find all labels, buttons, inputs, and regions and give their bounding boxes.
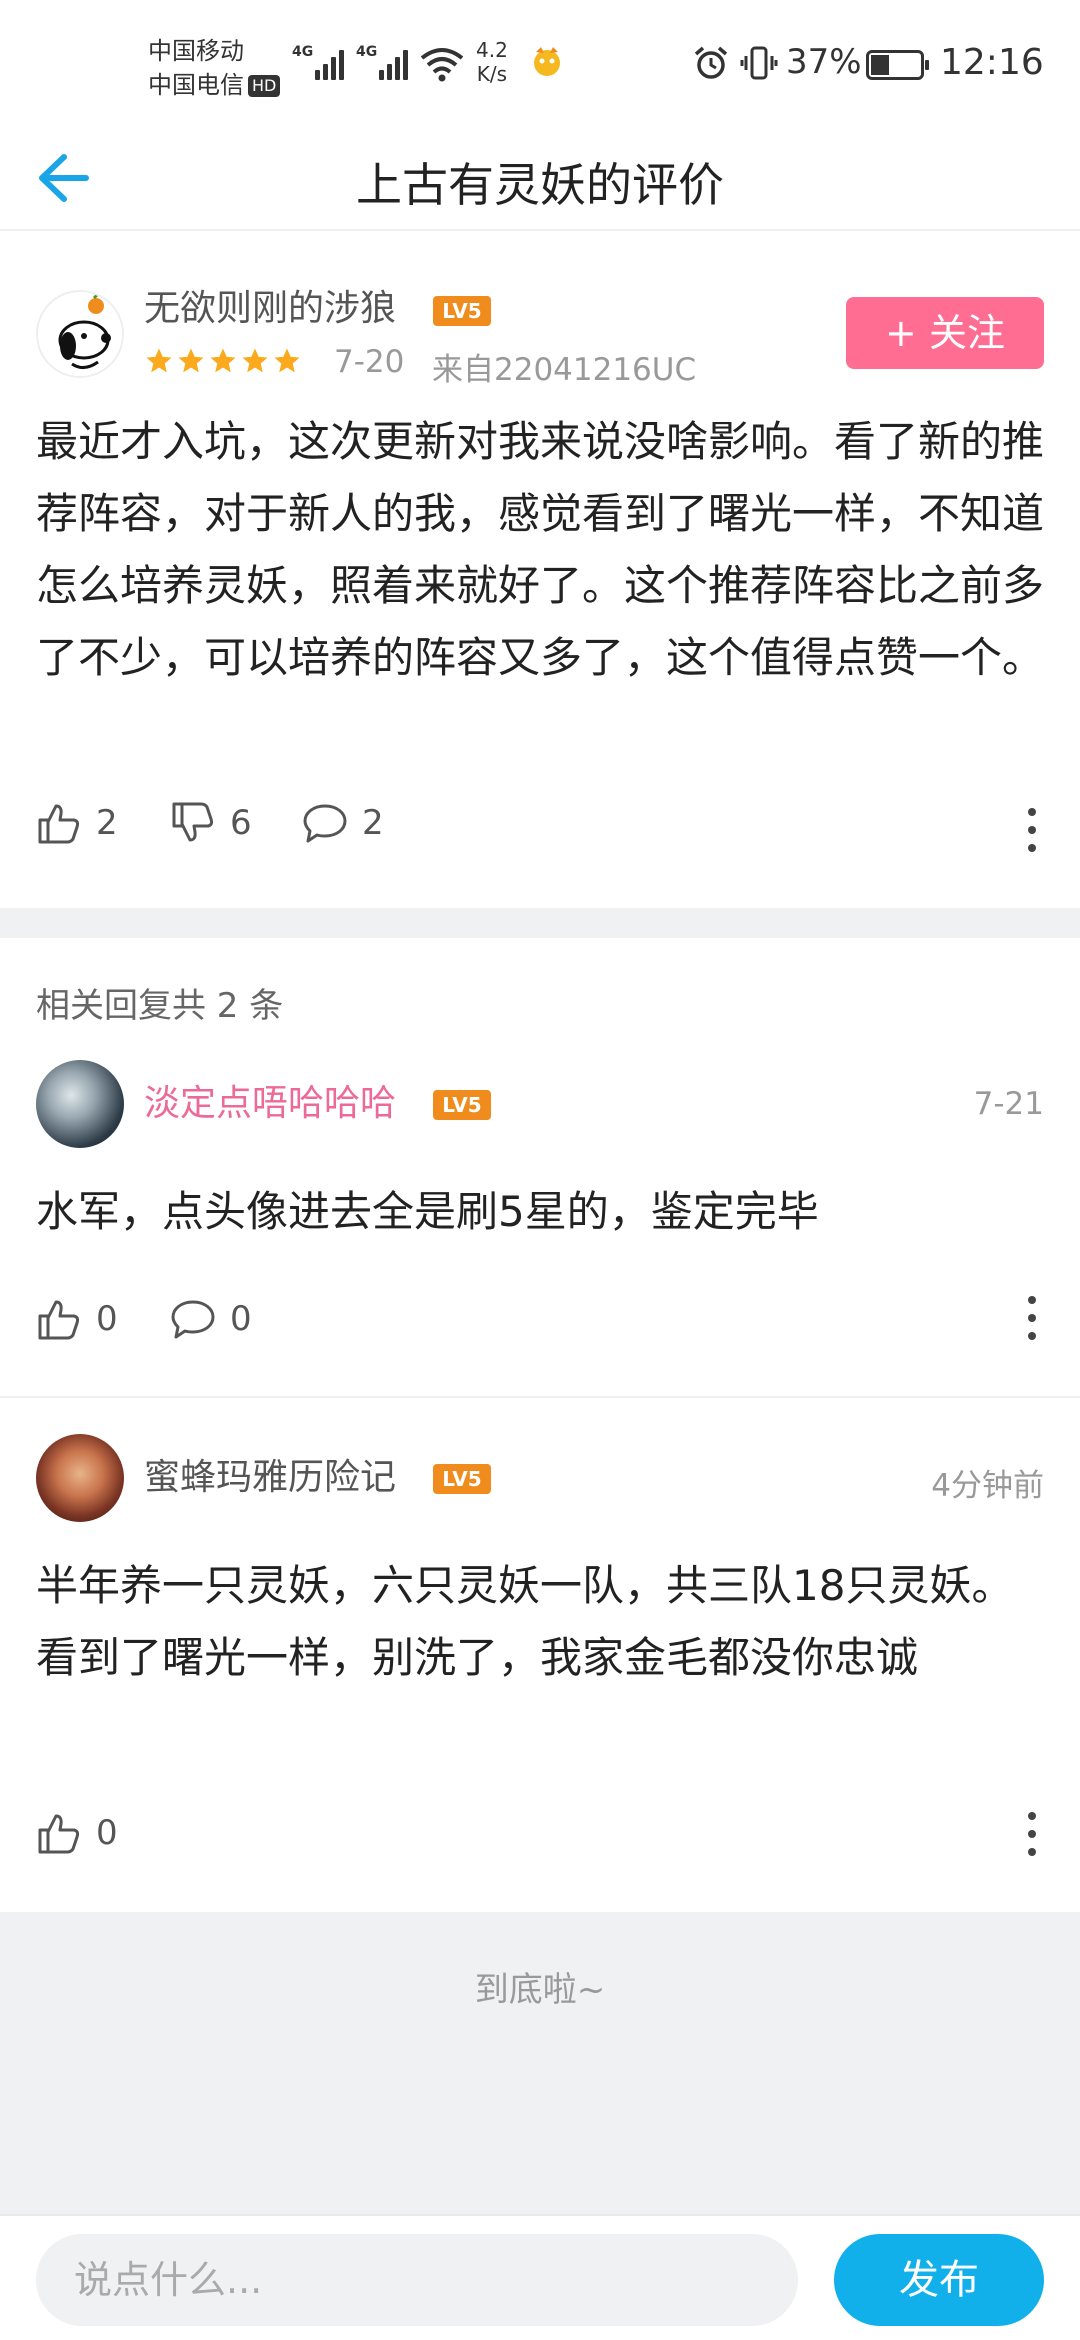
reply-like-button[interactable]: 0 xyxy=(36,1296,118,1342)
more-options-button[interactable] xyxy=(1012,800,1052,860)
end-of-list-text: 到底啦~ xyxy=(474,1970,606,2010)
like-count: 2 xyxy=(96,803,118,843)
reply-text: 水军，点头像进去全是刷5星的，鉴定完毕 xyxy=(36,1187,819,1236)
comment-button[interactable]: 2 xyxy=(302,800,384,846)
divider xyxy=(0,1396,1080,1398)
signal-1-icon: 4G xyxy=(292,44,347,80)
reply-comment-button[interactable]: 0 xyxy=(170,1296,252,1342)
reply-like-button[interactable]: 0 xyxy=(36,1810,118,1856)
reply-time: 4分钟前 xyxy=(931,1468,1044,1504)
carrier-info: 中国移动 中国电信 HD xyxy=(148,34,281,102)
status-bar: 中国移动 中国电信 HD 4G 4G 4.2 K/s 37% 12:16 xyxy=(0,0,1080,135)
more-options-button[interactable] xyxy=(1012,1288,1052,1348)
star-icon xyxy=(178,348,204,373)
reviewer-username[interactable]: 无欲则刚的涉狼 xyxy=(144,287,396,331)
comment-bubble-icon xyxy=(171,1300,215,1339)
reply-avatar[interactable] xyxy=(36,1060,124,1148)
star-icon xyxy=(274,348,300,373)
review-device: 来自22041216UC xyxy=(432,352,697,388)
comment-input-bar: 发布 xyxy=(0,2214,1080,2340)
thumbs-up-icon xyxy=(38,1814,80,1854)
wifi-icon xyxy=(420,46,464,86)
header: 上古有灵妖的评价 xyxy=(0,135,1080,231)
app-notification-icon xyxy=(530,44,564,82)
publish-button[interactable]: 发布 xyxy=(834,2234,1044,2326)
vibrate-icon xyxy=(740,44,778,86)
page-title: 上古有灵妖的评价 xyxy=(356,158,724,212)
thumbs-up-icon xyxy=(38,804,80,844)
reply-text: 半年养一只灵妖，六只灵妖一队，共三队18只灵妖。看到了曙光一样，别洗了，我家金毛… xyxy=(36,1561,1014,1682)
carrier-2: 中国电信 xyxy=(148,71,244,99)
comment-input[interactable] xyxy=(36,2234,798,2326)
thumbs-down-icon xyxy=(172,802,214,842)
reply-avatar[interactable] xyxy=(36,1434,124,1522)
reply-time: 7-21 xyxy=(973,1086,1044,1122)
carrier-1: 中国移动 xyxy=(148,37,244,65)
star-icon xyxy=(146,348,172,373)
reply-count-label: 相关回复共 2 条 xyxy=(36,986,284,1026)
avatar[interactable] xyxy=(36,290,124,378)
signal-2-icon: 4G xyxy=(356,44,411,80)
dislike-count: 6 xyxy=(230,803,252,843)
more-options-button[interactable] xyxy=(1012,1804,1052,1864)
alarm-icon xyxy=(692,44,730,86)
list-end-area: 到底啦~ xyxy=(0,1912,1080,2214)
section-divider xyxy=(0,908,1080,938)
reply-like-count: 0 xyxy=(96,1813,118,1853)
reply-username[interactable]: 淡定点唔哈哈哈 xyxy=(144,1082,396,1126)
rating-stars xyxy=(144,346,304,376)
star-icon xyxy=(242,348,268,373)
reply-comment-count: 0 xyxy=(230,1299,252,1339)
battery-percent: 37% xyxy=(786,42,862,82)
clock: 12:16 xyxy=(940,42,1044,83)
reply-like-count: 0 xyxy=(96,1299,118,1339)
thumbs-up-icon xyxy=(38,1300,80,1340)
comment-bubble-icon xyxy=(303,804,347,843)
follow-button[interactable]: + 关注 xyxy=(846,297,1044,369)
level-badge: LV5 xyxy=(433,1090,491,1120)
review-date: 7-20 xyxy=(334,344,405,380)
star-icon xyxy=(210,348,236,373)
comment-count: 2 xyxy=(362,803,384,843)
network-speed: 4.2 K/s xyxy=(476,38,508,86)
dislike-button[interactable]: 6 xyxy=(170,800,252,846)
level-badge: LV5 xyxy=(433,1464,491,1494)
battery-icon xyxy=(866,50,929,80)
review-text: 最近才入坑，这次更新对我来说没啥影响。看了新的推荐阵容，对于新人的我，感觉看到了… xyxy=(36,417,1045,682)
snoopy-avatar-icon xyxy=(38,292,122,376)
like-button[interactable]: 2 xyxy=(36,800,118,846)
hd-badge: HD xyxy=(248,75,281,97)
reply-username[interactable]: 蜜蜂玛雅历险记 xyxy=(144,1456,396,1500)
level-badge: LV5 xyxy=(433,296,491,326)
